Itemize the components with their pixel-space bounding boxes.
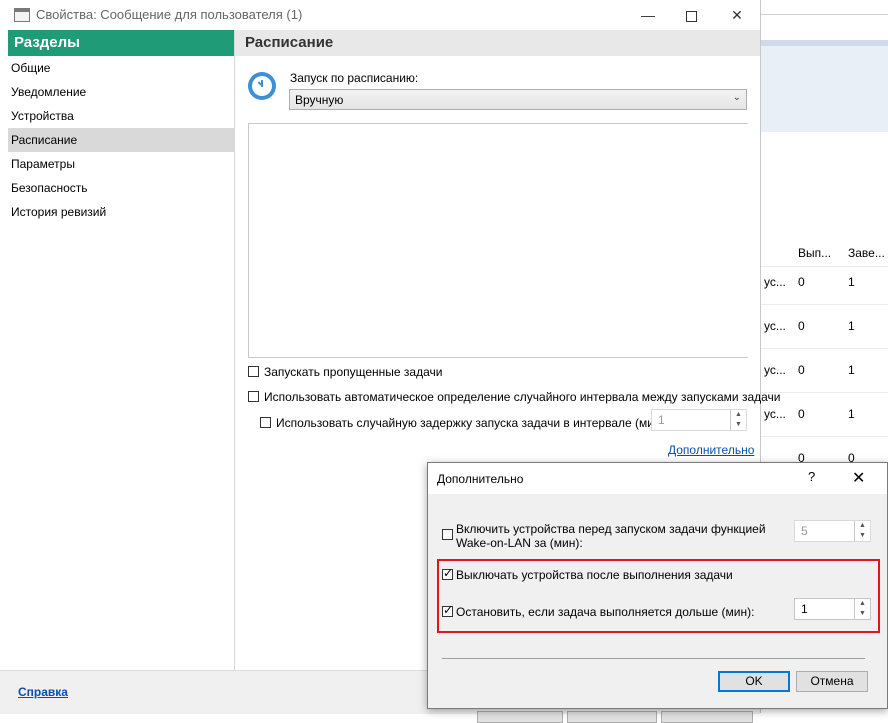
maximize-icon: [685, 10, 697, 22]
auto-interval-label: Использовать автоматическое определение …: [264, 390, 781, 404]
window-app-icon: [14, 8, 30, 22]
schedule-settings-panel: [248, 123, 748, 358]
dialog-separator: [442, 658, 865, 659]
wake-on-lan-value: 5: [801, 524, 808, 538]
table-cell: ус...: [764, 275, 786, 289]
wake-on-lan-checkbox[interactable]: [442, 529, 453, 540]
schedule-label: Запуск по расписанию:: [290, 71, 419, 85]
table-cell: 0: [798, 407, 805, 421]
minimize-button[interactable]: —: [625, 0, 671, 30]
help-link[interactable]: Справка: [18, 685, 68, 699]
close-button[interactable]: ✕: [714, 0, 760, 30]
shutdown-after-task-checkbox[interactable]: [442, 566, 453, 580]
schedule-select[interactable]: Вручную ⌄: [289, 89, 747, 110]
sidebar-item-general[interactable]: Общие: [8, 56, 234, 80]
help-button[interactable]: ?: [808, 469, 815, 484]
stepper-down-icon[interactable]: ▼: [855, 531, 870, 541]
table-cell: 0: [798, 319, 805, 333]
background-divider: [760, 14, 888, 15]
sidebar-item-security[interactable]: Безопасность: [8, 176, 234, 200]
sidebar-item-notification[interactable]: Уведомление: [8, 80, 234, 104]
window-titlebar[interactable]: Свойства: Сообщение для пользователя (1)…: [0, 0, 760, 30]
dialog-close-button[interactable]: ✕: [852, 468, 865, 488]
table-cell: 1: [848, 319, 855, 333]
auto-interval-checkbox[interactable]: [248, 391, 259, 402]
table-cell: 1: [848, 275, 855, 289]
table-cell: 1: [848, 363, 855, 377]
run-missed-checkbox[interactable]: [248, 366, 259, 377]
table-cell: ус...: [764, 407, 786, 421]
stop-long-task-checkbox[interactable]: [442, 603, 453, 617]
shutdown-after-task-label: Выключать устройства после выполнения за…: [456, 568, 733, 582]
random-delay-value: 1: [658, 413, 665, 427]
wake-on-lan-label-line1: Включить устройства перед запуском задач…: [456, 522, 766, 536]
table-cell: ус...: [764, 363, 786, 377]
sections-sidebar: Разделы Общие Уведомление Устройства Рас…: [8, 30, 235, 670]
chevron-down-icon: ⌄: [732, 92, 741, 103]
table-row[interactable]: ус... 0 1: [760, 348, 888, 393]
sidebar-item-parameters[interactable]: Параметры: [8, 152, 234, 176]
sidebar-item-revision-history[interactable]: История ревизий: [8, 200, 234, 224]
stepper-down-icon[interactable]: ▼: [855, 609, 870, 619]
stepper-up-icon[interactable]: ▲: [855, 521, 870, 531]
sidebar-header: Разделы: [8, 30, 234, 56]
maximize-button[interactable]: [668, 0, 714, 30]
stop-long-task-stepper[interactable]: 1 ▲ ▼: [794, 598, 871, 620]
ok-button[interactable]: OK: [718, 671, 790, 692]
dialog-titlebar[interactable]: Дополнительно ? ✕: [428, 463, 887, 494]
stepper-down-icon[interactable]: ▼: [731, 420, 746, 430]
more-link[interactable]: Дополнительно: [668, 443, 754, 457]
advanced-dialog: Дополнительно ? ✕ Включить устройства пе…: [427, 462, 888, 709]
table-cell: 0: [798, 363, 805, 377]
dialog-title: Дополнительно: [437, 472, 524, 486]
cancel-button[interactable]: Отмена: [796, 671, 868, 692]
wake-on-lan-label-line2: Wake-on-LAN за (мин):: [456, 536, 583, 550]
background-toolbar-band: [760, 40, 888, 132]
sidebar-item-schedule[interactable]: Расписание: [8, 128, 234, 152]
sidebar-item-devices[interactable]: Устройства: [8, 104, 234, 128]
clock-icon: [248, 72, 276, 100]
stop-long-task-value: 1: [801, 602, 808, 616]
random-delay-stepper[interactable]: 1 ▲ ▼: [651, 409, 747, 431]
table-cell: ус...: [764, 319, 786, 333]
schedule-select-value: Вручную: [295, 93, 344, 107]
run-missed-label: Запускать пропущенные задачи: [264, 365, 443, 379]
window-title: Свойства: Сообщение для пользователя (1): [36, 7, 303, 22]
random-delay-label: Использовать случайную задержку запуска …: [276, 416, 668, 430]
section-title: Расписание: [235, 30, 760, 56]
table-row[interactable]: ус... 0 1: [760, 304, 888, 349]
stepper-up-icon[interactable]: ▲: [731, 410, 746, 420]
table-cell: 1: [848, 407, 855, 421]
stop-long-task-label: Остановить, если задача выполняется доль…: [456, 605, 755, 619]
table-cell: 0: [798, 275, 805, 289]
random-delay-checkbox[interactable]: [260, 417, 271, 428]
stepper-up-icon[interactable]: ▲: [855, 599, 870, 609]
wake-on-lan-stepper[interactable]: 5 ▲ ▼: [794, 520, 871, 542]
